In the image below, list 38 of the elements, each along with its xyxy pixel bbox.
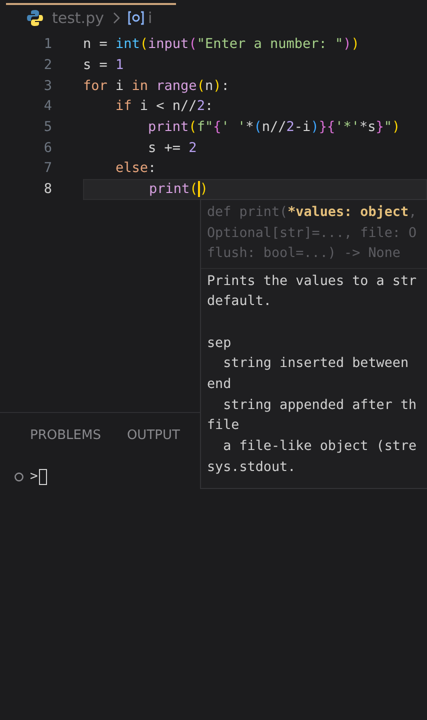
circle-icon — [14, 472, 24, 482]
line-number: 3 — [42, 76, 52, 96]
doc-line: sep — [207, 336, 232, 351]
terminal-cursor — [38, 468, 47, 485]
code-line: s = 1 — [83, 56, 125, 75]
terminal-prompt: > — [30, 468, 38, 486]
python-logo-icon — [26, 9, 44, 27]
doc-line: default. — [207, 294, 272, 310]
doc-line: sys.stdout. — [207, 460, 296, 475]
variable-icon — [128, 11, 144, 25]
chevron-right-icon — [112, 12, 120, 24]
panel-tab[interactable]: PROBLEMS — [30, 426, 101, 446]
line-number: 5 — [42, 118, 52, 137]
doc-line: string appended after th — [222, 398, 417, 413]
line-number: 7 — [42, 159, 52, 178]
line-number: 1 — [42, 35, 52, 54]
doc-line: a file-like object (stre — [222, 439, 417, 454]
code-line: else: — [114, 159, 158, 178]
panel-tab[interactable]: OUTPUT — [126, 426, 180, 446]
line-number: 2 — [42, 56, 52, 75]
doc-line: file — [207, 418, 240, 434]
breadcrumb-symbol[interactable]: i — [148, 6, 152, 30]
code-line: for i in range(n): — [83, 76, 230, 96]
code-line: s += 2 — [147, 138, 198, 158]
doc-line: end — [207, 376, 232, 392]
line-number: 6 — [42, 138, 52, 158]
line-number: 8 — [42, 180, 52, 200]
doc-line: string inserted between — [222, 356, 409, 372]
text-cursor — [198, 181, 200, 198]
signature-line: def print(*values: object, — [207, 205, 417, 220]
signature-line: Optional[str]=..., file: O — [207, 226, 417, 240]
code-line: n = int(input("Enter a number: ")) — [83, 35, 360, 54]
signature-line: flush: bool=...) -> None — [207, 246, 400, 261]
doc-line: Prints the values to a str — [207, 274, 417, 288]
code-line: if i < n//2: — [114, 97, 214, 116]
breadcrumb-file[interactable]: test.py — [52, 6, 104, 30]
code-line: print(f"{' '*(n//2-i)}{'*'*s}") — [147, 118, 402, 137]
line-number: 4 — [42, 97, 52, 116]
